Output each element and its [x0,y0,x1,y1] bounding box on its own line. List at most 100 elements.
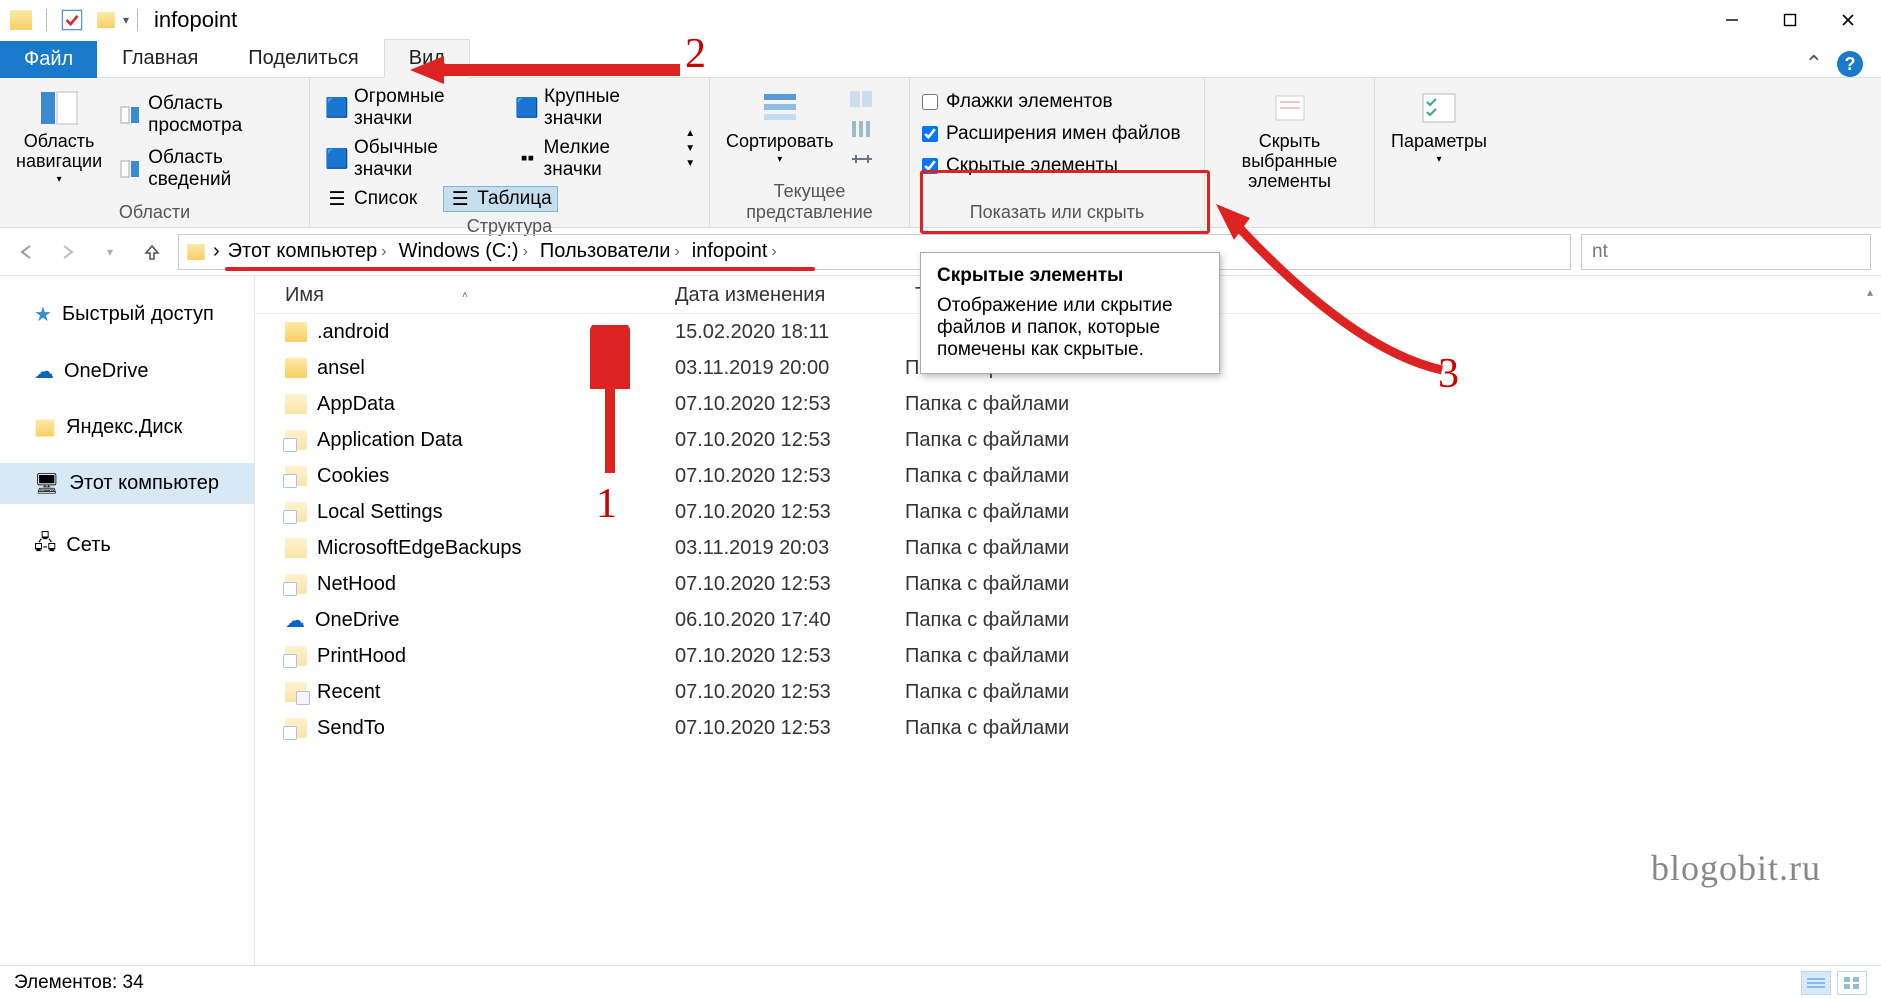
tooltip-hidden-items: Скрытые элементы Отображение или скрытие… [920,252,1220,374]
sidebar-yandex-disk[interactable]: Яндекс.Диск [0,408,254,447]
status-bar: Элементов: 34 [0,965,1881,999]
group-by-icon[interactable] [850,88,872,110]
layout-list[interactable]: ☰Список [320,186,423,212]
crumb-drive[interactable]: Windows (C:)› [395,240,532,263]
up-button[interactable] [136,236,168,268]
file-name: MicrosoftEdgeBackups [317,537,522,560]
crumb-users[interactable]: Пользователи› [536,240,684,263]
group-current-view-label: Текущее представление [720,177,899,225]
folder-icon [10,9,32,31]
minimize-button[interactable] [1703,2,1761,38]
layout-huge[interactable]: 🟦Огромные значки [320,84,490,132]
folder-icon [285,322,307,342]
back-button[interactable] [10,236,42,268]
sidebar-quick-access[interactable]: ★ Быстрый доступ [0,294,254,335]
folder-icon [285,682,307,702]
file-date: 07.10.2020 12:53 [675,717,905,740]
recent-dropdown-icon[interactable]: ▾ [94,236,126,268]
crumb-infopoint[interactable]: infopoint› [688,240,781,263]
layout-table[interactable]: ☰Таблица [443,186,558,212]
file-name: AppData [317,393,395,416]
file-name: Application Data [317,429,463,452]
sort-button[interactable]: Сортировать ▾ [720,84,840,167]
item-checkboxes-toggle[interactable]: Флажки элементов [920,88,1183,116]
folder-icon [285,394,307,414]
computer-icon: 🖥 [34,471,59,496]
annotation-1: 1 [596,480,617,528]
view-details-icon[interactable] [1801,971,1831,995]
table-row[interactable]: MicrosoftEdgeBackups 03.11.2019 20:03 Па… [255,530,1881,566]
file-list: Имя˄ Дата изменения Тип .android 15.02.2… [255,276,1881,965]
maximize-button[interactable] [1761,2,1819,38]
details-pane-button[interactable]: Область сведений [118,144,299,194]
file-date: 07.10.2020 12:53 [675,573,905,596]
folder-small-icon[interactable] [95,9,117,31]
layout-up-icon[interactable]: ▲ [681,128,699,139]
separator [137,9,138,31]
file-date: 07.10.2020 12:53 [675,429,905,452]
file-name: Local Settings [317,501,443,524]
group-panes-label: Области [10,198,299,225]
folder-icon [36,419,55,436]
table-row[interactable]: Local Settings 07.10.2020 12:53 Папка с … [255,494,1881,530]
options-button[interactable]: Параметры ▾ [1385,84,1493,167]
properties-icon[interactable] [61,9,83,31]
folder-icon [285,466,307,486]
layout-large[interactable]: 🟦Крупные значки [510,84,667,132]
file-date: 06.10.2020 17:40 [675,609,905,632]
tab-file[interactable]: Файл [0,41,97,78]
cloud-icon: ☁ [34,359,54,384]
forward-button[interactable] [52,236,84,268]
add-columns-icon[interactable] [850,118,872,140]
layout-more-icon[interactable]: ▼ [681,158,699,169]
file-type: Папка с файлами [905,465,1205,488]
view-icons-icon[interactable] [1837,971,1867,995]
hide-selected-button[interactable]: Скрыть выбранные элементы [1215,84,1364,193]
file-name: Cookies [317,465,389,488]
navigation-pane-button[interactable]: Область навигации ▾ [10,84,108,187]
help-icon[interactable]: ? [1837,51,1863,77]
table-row[interactable]: Recent 07.10.2020 12:53 Папка с файлами [255,674,1881,710]
close-button[interactable] [1819,2,1877,38]
file-name: NetHood [317,573,396,596]
group-show-hide-label: Показать или скрыть [920,198,1194,225]
tab-home[interactable]: Главная [97,39,223,78]
file-date: 03.11.2019 20:03 [675,537,905,560]
layout-down-icon[interactable]: ▼ [681,143,699,154]
scrollbar[interactable]: ▴ [1861,282,1879,302]
file-type: Папка с файлами [905,429,1205,452]
table-row[interactable]: NetHood 07.10.2020 12:53 Папка с файлами [255,566,1881,602]
collapse-ribbon-icon[interactable]: ⌃ [1805,51,1823,77]
file-date: 15.02.2020 18:11 [675,321,905,344]
file-name: .android [317,321,389,344]
table-row[interactable]: Application Data 07.10.2020 12:53 Папка … [255,422,1881,458]
table-row[interactable]: Cookies 07.10.2020 12:53 Папка с файлами [255,458,1881,494]
hidden-items-toggle[interactable]: Скрытые элементы [920,152,1183,180]
sidebar-onedrive[interactable]: ☁ OneDrive [0,351,254,392]
cloud-icon: ☁ [285,608,305,633]
preview-pane-button[interactable]: Область просмотра [118,90,299,140]
annotation-arrow-1 [590,325,630,475]
table-row[interactable]: PrintHood 07.10.2020 12:53 Папка с файла… [255,638,1881,674]
file-name: ansel [317,357,365,380]
file-date: 07.10.2020 12:53 [675,645,905,668]
layout-medium[interactable]: 🟦Обычные значки [320,135,492,183]
file-date: 07.10.2020 12:53 [675,501,905,524]
sidebar-this-pc[interactable]: 🖥 Этот компьютер [0,463,254,504]
crumb-thispc[interactable]: Этот компьютер› [224,240,391,263]
sidebar-network[interactable]: 🖧 Сеть [0,520,254,570]
tab-share[interactable]: Поделиться [223,39,383,78]
table-row[interactable]: AppData 07.10.2020 12:53 Папка с файлами [255,386,1881,422]
folder-icon [285,646,307,666]
table-row[interactable]: ☁OneDrive 06.10.2020 17:40 Папка с файла… [255,602,1881,638]
table-row[interactable]: SendTo 07.10.2020 12:53 Папка с файлами [255,710,1881,746]
network-icon: 🖧 [34,528,56,562]
search-input[interactable]: nt [1581,234,1871,270]
folder-icon [285,538,307,558]
window-title: infopoint [154,7,237,33]
file-extensions-toggle[interactable]: Расширения имен файлов [920,120,1183,148]
separator [46,9,47,31]
file-date: 07.10.2020 12:53 [675,393,905,416]
layout-small[interactable]: ▪▪Мелкие значки [512,135,668,183]
size-columns-icon[interactable] [850,148,872,170]
